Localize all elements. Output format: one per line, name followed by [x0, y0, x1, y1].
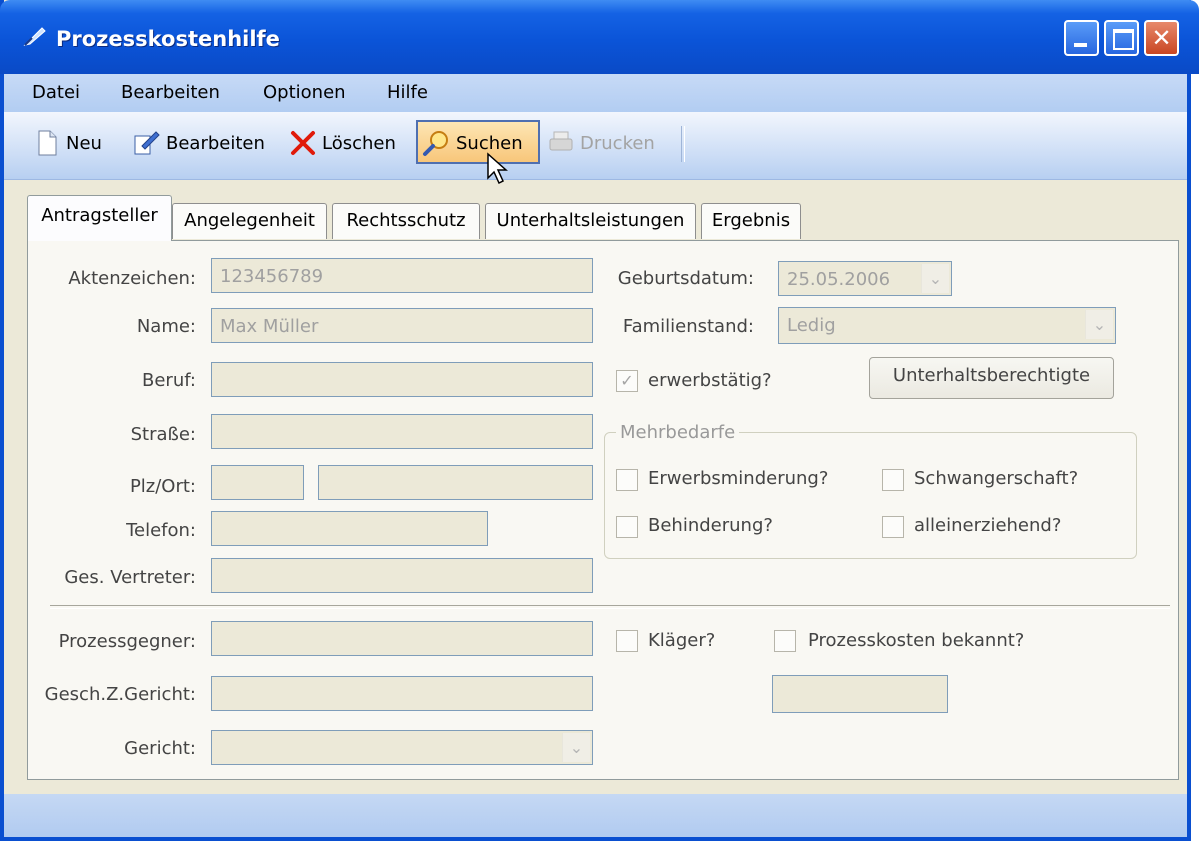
schwangerschaft-label: Schwangerschaft? — [914, 468, 1079, 489]
magnifier-icon — [423, 131, 448, 156]
erwerbsminderung-checkbox[interactable] — [616, 469, 638, 491]
app-window: Prozesskostenhilfe ✕ Datei Bearbeiten Op… — [0, 0, 1199, 841]
prozessgegner-label: Prozessgegner: — [58, 631, 196, 652]
edit-icon — [134, 131, 160, 155]
print-label: Drucken — [580, 133, 655, 154]
maximize-button[interactable] — [1104, 20, 1139, 56]
ort-field[interactable] — [318, 465, 593, 500]
prozesskosten-field[interactable] — [772, 675, 948, 713]
strasse-label: Straße: — [130, 424, 196, 445]
edit-button[interactable]: Bearbeiten — [128, 120, 278, 164]
title-bar[interactable]: Prozesskostenhilfe ✕ — [0, 0, 1199, 74]
unterhaltsberechtigte-button[interactable]: Unterhaltsberechtigte — [869, 357, 1114, 399]
mehrbedarfe-group — [604, 432, 1137, 559]
mehrbedarfe-title: Mehrbedarfe — [616, 422, 740, 443]
toolbar-separator — [681, 126, 685, 162]
name-field[interactable]: Max Müller — [211, 308, 593, 343]
close-button[interactable]: ✕ — [1144, 20, 1179, 56]
new-button[interactable]: Neu — [30, 120, 116, 164]
menu-bar: Datei Bearbeiten Optionen Hilfe — [4, 74, 1187, 112]
erwerbsminderung-label: Erwerbsminderung? — [648, 468, 829, 489]
print-button[interactable]: Drucken — [544, 120, 670, 164]
geschz-label: Gesch.Z.Gericht: — [44, 684, 196, 705]
familienstand-label: Familienstand: — [622, 316, 754, 337]
erwerbstaetig-checkbox[interactable]: ✓ — [616, 370, 638, 392]
tab-rechtsschutz[interactable]: Rechtsschutz — [332, 203, 480, 239]
prozessgegner-field[interactable] — [211, 621, 593, 656]
chevron-down-icon[interactable]: ⌄ — [562, 733, 590, 762]
search-label: Suchen — [456, 133, 523, 154]
prozesskosten-label: Prozesskosten bekannt? — [808, 630, 1025, 651]
plzort-label: Plz/Ort: — [129, 476, 196, 497]
alleinerziehend-label: alleinerziehend? — [914, 515, 1062, 536]
strasse-field[interactable] — [211, 414, 593, 449]
aktenzeichen-label: Aktenzeichen: — [68, 268, 196, 289]
mouse-cursor-icon — [487, 152, 508, 185]
gericht-label: Gericht: — [124, 738, 196, 759]
minimize-button[interactable] — [1064, 20, 1099, 56]
edit-label: Bearbeiten — [166, 133, 265, 154]
delete-label: Löschen — [322, 133, 396, 154]
status-bar — [4, 794, 1187, 837]
section-divider — [50, 605, 1170, 609]
schwangerschaft-checkbox[interactable] — [882, 469, 904, 491]
delete-button[interactable]: Löschen — [286, 120, 408, 164]
prozesskosten-checkbox[interactable] — [774, 630, 796, 652]
new-label: Neu — [66, 133, 102, 154]
gericht-select[interactable]: ⌄ — [211, 730, 593, 765]
geschz-field[interactable] — [211, 676, 593, 711]
maximize-icon — [1113, 29, 1134, 50]
aktenzeichen-field[interactable]: 123456789 — [211, 258, 593, 293]
chevron-down-icon[interactable]: ⌄ — [921, 264, 949, 293]
tab-ergebnis[interactable]: Ergebnis — [701, 203, 801, 239]
toolbar: Neu Bearbeiten Löschen Suchen Drucken — [4, 112, 1187, 180]
menu-optionen[interactable]: Optionen — [263, 82, 346, 103]
behinderung-checkbox[interactable] — [616, 516, 638, 538]
alleinerziehend-checkbox[interactable] — [882, 516, 904, 538]
erwerbstaetig-label: erwerbstätig? — [648, 370, 772, 391]
plz-field[interactable] — [211, 465, 304, 500]
behinderung-label: Behinderung? — [648, 515, 773, 536]
geburtsdatum-label: Geburtsdatum: — [617, 268, 754, 289]
klaeger-label: Kläger? — [648, 630, 716, 651]
beruf-label: Beruf: — [142, 370, 196, 391]
delete-x-icon — [291, 131, 315, 155]
vertreter-field[interactable] — [211, 558, 593, 593]
feather-icon — [23, 27, 46, 46]
tab-unterhaltsleistungen[interactable]: Unterhaltsleistungen — [485, 203, 696, 239]
geburtsdatum-picker[interactable]: 25.05.2006 ⌄ — [778, 261, 952, 296]
tab-antragsteller[interactable]: Antragsteller — [27, 195, 172, 241]
familienstand-value: Ledig — [787, 315, 836, 336]
menu-datei[interactable]: Datei — [32, 82, 80, 103]
menu-hilfe[interactable]: Hilfe — [387, 82, 428, 103]
search-button[interactable]: Suchen — [416, 120, 540, 164]
chevron-down-icon[interactable]: ⌄ — [1085, 310, 1113, 339]
geburtsdatum-value: 25.05.2006 — [787, 269, 891, 290]
minimize-icon — [1074, 43, 1087, 47]
familienstand-select[interactable]: Ledig ⌄ — [778, 307, 1116, 344]
telefon-field[interactable] — [211, 511, 488, 546]
klaeger-checkbox[interactable] — [616, 630, 638, 652]
close-icon: ✕ — [1151, 24, 1172, 52]
new-document-icon — [38, 130, 57, 156]
menu-bearbeiten[interactable]: Bearbeiten — [121, 82, 220, 103]
printer-icon — [549, 131, 573, 151]
tab-angelegenheit[interactable]: Angelegenheit — [172, 203, 327, 239]
vertreter-label: Ges. Vertreter: — [64, 567, 196, 588]
beruf-field[interactable] — [211, 362, 593, 397]
window-title: Prozesskostenhilfe — [56, 27, 280, 51]
name-label: Name: — [136, 316, 196, 337]
telefon-label: Telefon: — [126, 520, 196, 541]
